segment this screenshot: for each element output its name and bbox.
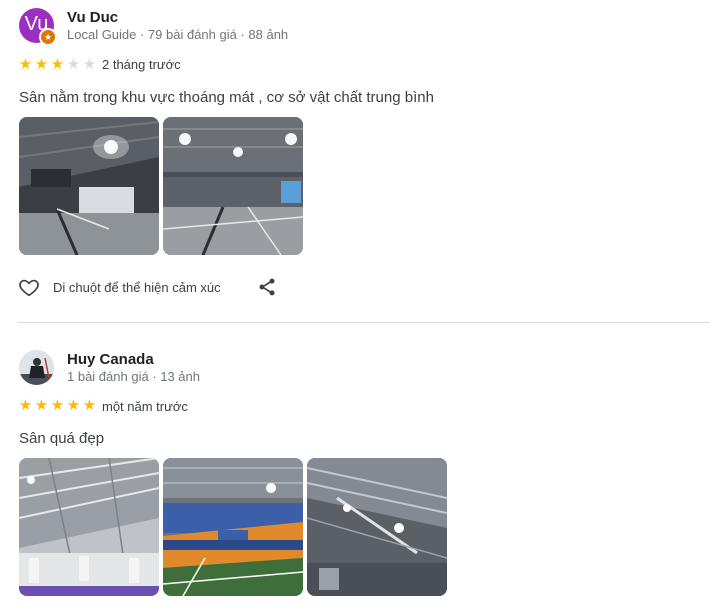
heart-icon[interactable]: [18, 276, 40, 298]
reviewer-name[interactable]: Vu Duc: [67, 9, 118, 26]
local-guide-badge-icon: ★: [39, 28, 57, 46]
star-rating: ★ ★ ★ ★ ★: [18, 57, 97, 72]
review-time: 2 tháng trước: [102, 57, 181, 72]
review-card: Huy Canada 1 bài đánh giá · 13 ảnh ★ ★ ★…: [0, 340, 710, 607]
star-icon: ★: [18, 56, 33, 73]
avatar[interactable]: [19, 350, 54, 385]
court-photo: [19, 117, 159, 255]
court-photo: [307, 458, 447, 596]
share-icon[interactable]: [257, 277, 277, 297]
react-label[interactable]: Di chuột để thể hiện cảm xúc: [53, 280, 221, 295]
avatar-photo: [19, 350, 54, 385]
review-actions: Di chuột để thể hiện cảm xúc: [18, 276, 275, 298]
star-icon: ★: [34, 397, 49, 414]
court-photo: [19, 458, 159, 596]
star-icon: ★: [18, 397, 33, 414]
review-text: Sân quá đẹp: [19, 430, 105, 447]
review-text: Sân nằm trong khu vực thoáng mát , cơ sở…: [19, 89, 434, 106]
review-photo[interactable]: [19, 117, 159, 255]
review-photo[interactable]: [307, 458, 447, 596]
star-rating: ★ ★ ★ ★ ★: [18, 398, 97, 413]
star-icon: ★: [82, 56, 97, 73]
reviewer-meta[interactable]: Local Guide · 79 bài đánh giá · 88 ảnh: [67, 27, 288, 42]
divider: [18, 322, 710, 323]
review-card: Vu ★ Vu Duc Local Guide · 79 bài đánh gi…: [0, 0, 710, 320]
star-icon: ★: [82, 397, 97, 414]
review-photo[interactable]: [163, 117, 303, 255]
court-photo: [163, 458, 303, 596]
star-icon: ★: [66, 56, 81, 73]
reviewer-meta[interactable]: 1 bài đánh giá · 13 ảnh: [67, 369, 200, 384]
star-icon: ★: [66, 397, 81, 414]
review-photo[interactable]: [163, 458, 303, 596]
star-icon: ★: [50, 397, 65, 414]
review-time: một năm trước: [102, 399, 188, 414]
avatar[interactable]: Vu ★: [19, 8, 57, 46]
reviewer-name[interactable]: Huy Canada: [67, 351, 154, 368]
star-icon: ★: [34, 56, 49, 73]
court-photo: [163, 117, 303, 255]
star-icon: ★: [50, 56, 65, 73]
review-photo[interactable]: [19, 458, 159, 596]
